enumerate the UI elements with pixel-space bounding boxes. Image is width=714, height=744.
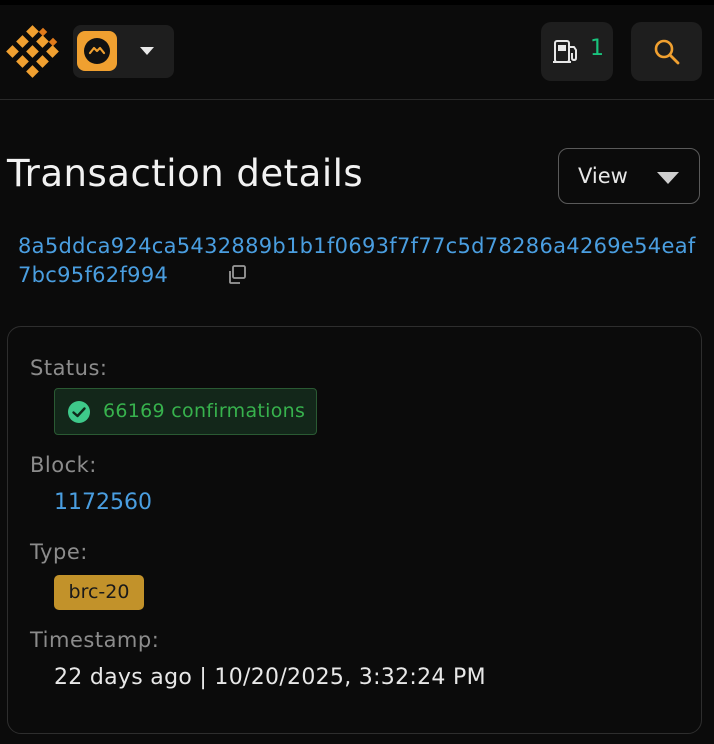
search-button[interactable] (631, 22, 702, 81)
status-text: 66169 confirmations (103, 400, 306, 422)
block-link[interactable]: 1172560 (54, 490, 152, 515)
network-token-icon (77, 31, 117, 71)
app-header: 1 (0, 5, 714, 100)
chevron-down-icon (140, 47, 154, 55)
timestamp-label: Timestamp: (30, 628, 160, 652)
type-badge: brc-20 (54, 575, 144, 610)
status-badge: 66169 confirmations (54, 388, 317, 435)
network-selector[interactable] (73, 25, 174, 78)
page-title: Transaction details (7, 152, 364, 195)
fuel-pump-icon (553, 40, 577, 63)
check-circle-icon (68, 401, 90, 423)
status-label: Status: (30, 356, 108, 380)
gas-count: 1 (590, 36, 604, 61)
chevron-down-icon (657, 172, 679, 184)
view-label: View (578, 164, 628, 188)
view-dropdown-button[interactable]: View (558, 148, 700, 204)
type-label: Type: (30, 540, 88, 564)
copy-icon[interactable] (226, 264, 248, 286)
logo-icon[interactable] (6, 25, 62, 81)
type-value: brc-20 (68, 581, 130, 603)
transaction-hash[interactable]: 8a5ddca924ca5432889b1b1f0693f7f77c5d7828… (18, 232, 698, 290)
search-icon (654, 39, 680, 65)
block-label: Block: (30, 453, 97, 477)
gas-price-button[interactable]: 1 (541, 22, 613, 81)
timestamp-value: 22 days ago | 10/20/2025, 3:32:24 PM (54, 665, 486, 690)
